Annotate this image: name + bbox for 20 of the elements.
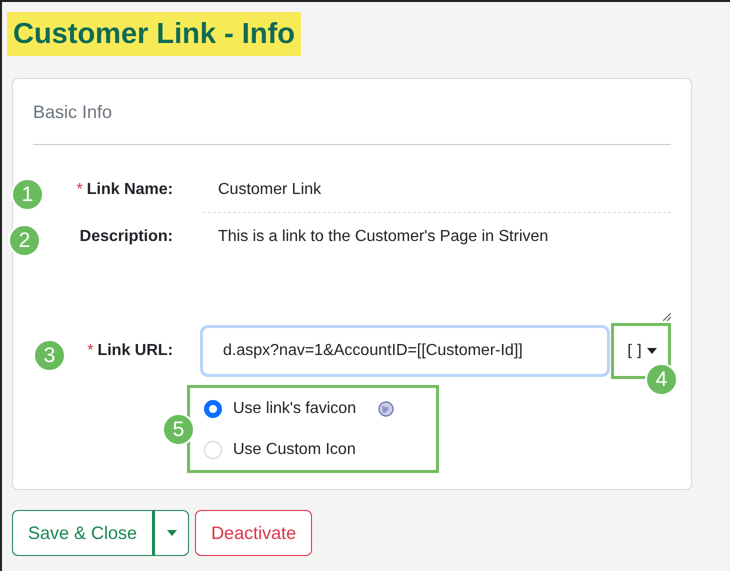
required-mark: * <box>76 180 83 200</box>
deactivate-button[interactable]: Deactivate <box>195 510 312 556</box>
globe-icon <box>378 400 394 416</box>
caret-icon <box>647 348 658 354</box>
radio-label[interactable]: Use link's favicon <box>233 396 356 420</box>
field-label: Link Name: <box>86 180 173 200</box>
field-label: Link URL: <box>97 341 173 361</box>
link-name-field[interactable]: Customer Link <box>203 178 671 213</box>
page-title: Customer Link - Info <box>7 12 301 56</box>
save-options-button[interactable] <box>153 510 190 556</box>
link-url-field[interactable]: d.aspx?nav=1&AccountID=[[Customer-Id]] <box>200 325 610 377</box>
required-mark: * <box>87 341 94 361</box>
save-close-button[interactable]: Save & Close <box>12 510 154 556</box>
radio-button[interactable] <box>204 400 222 418</box>
caret-icon <box>166 530 177 536</box>
field-label: Description: <box>80 227 173 247</box>
resize-handle-icon[interactable] <box>663 313 671 321</box>
section-title: Basic Info <box>33 101 114 124</box>
radio-label[interactable]: Use Custom Icon <box>233 438 356 462</box>
description-field[interactable]: This is a link to the Customer's Page in Striven <box>203 225 671 323</box>
